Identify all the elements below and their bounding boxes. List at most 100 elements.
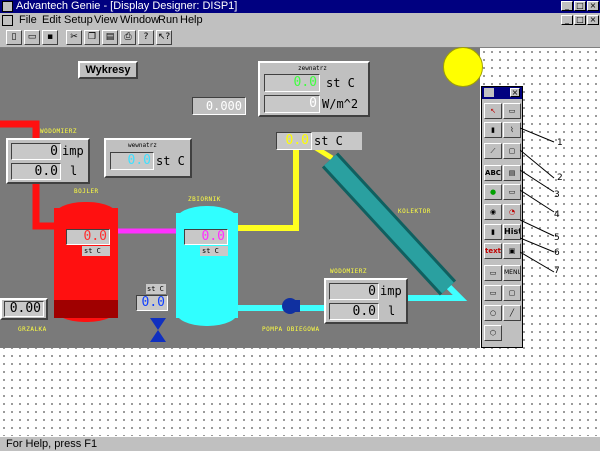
knob-tool-icon[interactable]: ◉ (484, 204, 502, 220)
wykresy-button[interactable]: Wykresy (78, 61, 138, 79)
context-help-icon[interactable]: ↖? (156, 30, 172, 45)
window-title: Advantech Genie - [Display Designer: DIS… (16, 0, 238, 12)
paste-icon[interactable]: ▤ (102, 30, 118, 45)
wodomierz-left-imp-value: 0 (11, 143, 61, 160)
callout-1: 1 (557, 138, 563, 148)
menu-edit[interactable]: Edit (42, 14, 61, 27)
palette-close-button[interactable]: × (510, 88, 520, 97)
bar-tool-icon[interactable]: ▮ (484, 122, 502, 138)
collector-temp-value: 0.0 (276, 132, 312, 150)
process-diagram (0, 120, 468, 342)
bojler-label: BOJLER (74, 188, 99, 195)
menu-setup[interactable]: Setup (64, 14, 93, 27)
callout-3: 3 (554, 190, 560, 200)
wodomierz-right-vol-unit: l (388, 304, 396, 318)
text-tool-abc[interactable]: ABC (484, 165, 502, 181)
doc-minimize-button[interactable]: _ (561, 15, 573, 25)
hist-tool[interactable]: Hist (503, 224, 521, 240)
bojler-temp-unit: st C (82, 246, 110, 256)
collector-temp-unit: st C (312, 132, 362, 150)
open-icon[interactable]: ▭ (24, 30, 40, 45)
app-icon[interactable] (2, 1, 13, 12)
pointer-tool-icon[interactable]: ↖ (484, 103, 502, 119)
menu-file[interactable]: File (19, 14, 37, 27)
valve (150, 318, 166, 342)
menu-tool[interactable]: MENU (503, 265, 521, 281)
close-button[interactable]: × (587, 1, 599, 11)
ellipse-tool-icon[interactable]: ○ (484, 305, 502, 321)
led-tool-icon[interactable]: ● (484, 184, 502, 200)
text-color-tool[interactable]: text (484, 243, 502, 259)
menu-run[interactable]: Run (158, 14, 178, 27)
button-tool-icon[interactable]: ▭ (503, 103, 521, 119)
bojler-temp-value: 0.0 (66, 229, 110, 245)
display-tool-icon[interactable]: ▤ (503, 165, 521, 181)
print-icon[interactable]: ⎙ (120, 30, 136, 45)
callout-7: 7 (554, 266, 560, 276)
slider-tool-icon[interactable]: ⟋ (484, 143, 502, 159)
callout-2: 2 (557, 173, 563, 183)
wewnatrz-label: wewnatrz (128, 142, 157, 149)
numeric-tool-icon[interactable]: ▭ (503, 184, 521, 200)
menu-view[interactable]: View (94, 14, 118, 27)
pompa-label: POMPA OBIEGOWA (262, 326, 320, 333)
wewnatrz-unit: st C (156, 154, 185, 168)
grzalka-label: GRZALKA (18, 326, 47, 333)
zewnatrz-label: zewnatrz (298, 65, 327, 72)
title-bar: Advantech Genie - [Display Designer: DIS… (0, 0, 600, 13)
kolektor-label: KOLEKTOR (398, 208, 431, 215)
menu-bar: File Edit Setup View Window Run Help _ □… (0, 13, 600, 28)
menu-window[interactable]: Window (120, 14, 159, 27)
wodomierz-right-imp-value: 0 (329, 283, 379, 300)
gauge-tool-icon[interactable]: ◔ (503, 204, 521, 220)
thermometer-tool-icon[interactable]: ▮ (484, 224, 502, 240)
small-button-tool-icon[interactable]: ▭ (484, 265, 502, 281)
new-icon[interactable]: ▯ (6, 30, 22, 45)
zbiornik-temp-unit: st C (200, 246, 228, 256)
maximize-button[interactable]: □ (574, 1, 586, 11)
zewnatrz-panel: zewnatrz 0.0 st C 0 W/m^2 (258, 61, 370, 117)
tool-palette[interactable]: × ↖ ▭ ▮ ⌇ ⟋ ▢ ABC ▤ ● ▭ ◉ ◔ ▮ Hist text … (481, 86, 523, 348)
palette-titlebar[interactable]: × (482, 87, 522, 99)
wewnatrz-value: 0.0 (110, 152, 154, 170)
document-icon[interactable] (2, 15, 13, 26)
grzalka-value: 0.00 (4, 301, 44, 317)
valve-temp-value: 0.0 (136, 295, 168, 311)
trend-tool-icon[interactable]: ⌇ (503, 122, 521, 138)
wodomierz-left-vol-value: 0.0 (11, 163, 61, 180)
wewnatrz-panel: wewnatrz 0.0 st C (104, 138, 192, 178)
rectangle-tool-icon[interactable]: ▭ (484, 285, 502, 301)
zbiornik-label: ZBIORNIK (188, 196, 221, 203)
help-icon[interactable]: ? (138, 30, 154, 45)
bojler-heater (54, 300, 118, 318)
wodomierz-right-vol-value: 0.0 (329, 303, 379, 320)
doc-restore-button[interactable]: □ (574, 15, 586, 25)
grzalka-panel: 0.00 (0, 298, 48, 320)
value-display-top: 0.000 (192, 97, 246, 115)
zbiornik-temp-value: 0.0 (184, 229, 228, 245)
minimize-button[interactable]: _ (561, 1, 573, 11)
wodomierz-left-panel: 0 imp 0.0 l (6, 138, 90, 184)
zewnatrz-rad-value: 0 (264, 95, 320, 113)
wodomierz-right-panel: 0 imp 0.0 l (324, 278, 408, 324)
rounded-rect-tool-icon[interactable]: ▢ (503, 285, 521, 301)
zewnatrz-temp-value: 0.0 (264, 74, 320, 92)
doc-close-button[interactable]: × (587, 15, 599, 25)
wodomierz-left-imp-unit: imp (62, 144, 84, 158)
line-tool-icon[interactable]: ╱ (503, 305, 521, 321)
polygon-tool-icon[interactable]: ⬡ (484, 325, 502, 341)
zewnatrz-rad-unit: W/m^2 (322, 97, 359, 111)
toolbar: ▯ ▭ ▪ ✂ ❐ ▤ ⎙ ? ↖? (0, 28, 600, 48)
copy-icon[interactable]: ❐ (84, 30, 100, 45)
status-text: For Help, press F1 (6, 438, 98, 450)
image-tool-icon[interactable]: ▣ (503, 243, 521, 259)
save-icon[interactable]: ▪ (42, 30, 58, 45)
frame-tool-icon[interactable]: ▢ (503, 143, 521, 159)
wodomierz-right-imp-unit: imp (380, 284, 402, 298)
menu-help[interactable]: Help (180, 14, 203, 27)
display-panel[interactable]: Wykresy 0.000 zewnatrz 0.0 st C 0 W/m^2 … (0, 48, 480, 348)
callout-6: 6 (554, 248, 560, 258)
palette-icon (484, 88, 494, 97)
sun-icon[interactable] (443, 47, 483, 87)
cut-icon[interactable]: ✂ (66, 30, 82, 45)
